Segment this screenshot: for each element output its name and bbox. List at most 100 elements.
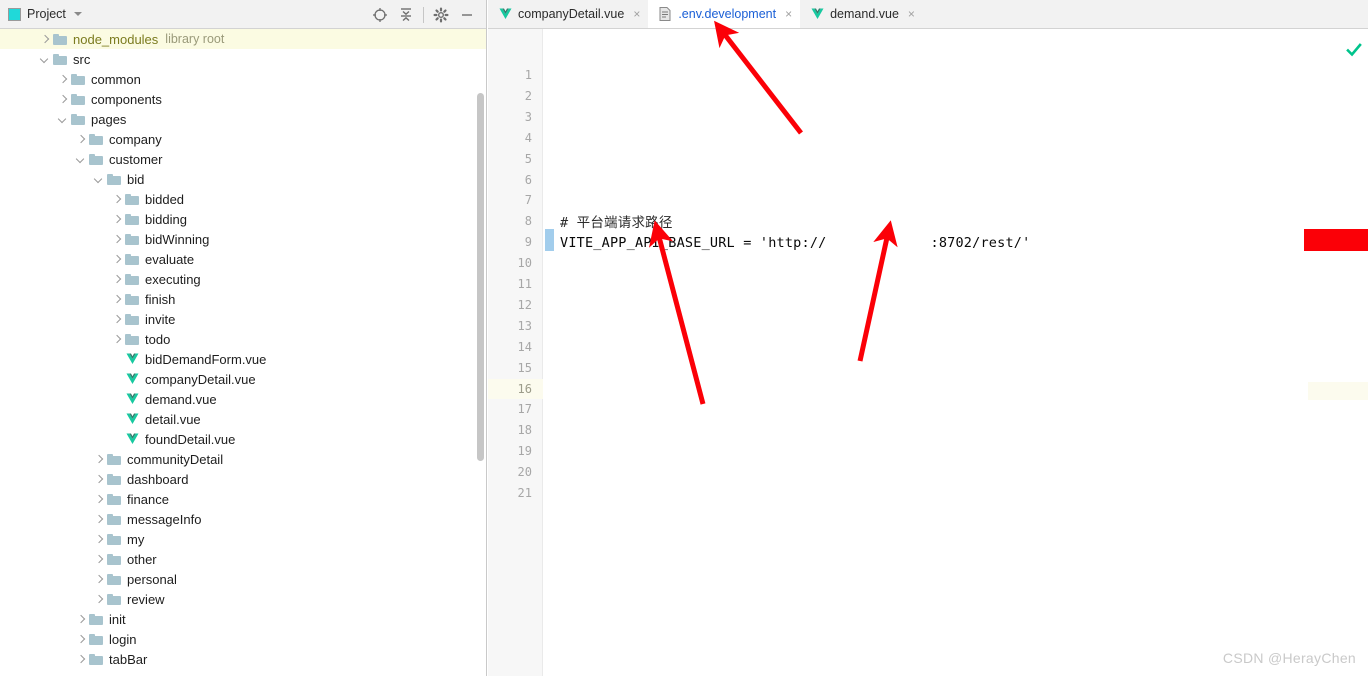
chevron-right-icon[interactable] [110,313,123,326]
folder-icon [107,573,122,586]
folder-icon [107,513,122,526]
project-tree-rows: node_modules library root src common compone… [0,29,486,669]
chevron-right-icon[interactable] [92,473,105,486]
tree-item-review[interactable]: review [0,589,486,609]
properties-file-icon [658,7,672,21]
tree-item-node-modules[interactable]: node_modules library root [0,29,486,49]
select-opened-file-icon[interactable] [367,2,393,28]
editor-body[interactable]: 1 2 3 4 5 6 7 8 9 10 11 12 13 14 15 16 17 18 19 20 21 # 平台端请… [488,29,1368,676]
chevron-right-icon[interactable] [110,273,123,286]
minimize-icon[interactable] [454,2,480,28]
project-title-dropdown[interactable]: Project [0,7,82,21]
tree-item-pages[interactable]: pages [0,109,486,129]
tree-item-demand-vue[interactable]: demand.vue [0,389,486,409]
project-tool-window: Project node_modules library root src co… [0,0,487,676]
tree-item-detail-vue[interactable]: detail.vue [0,409,486,429]
tree-item-label: customer [109,151,163,167]
tree-item-todo[interactable]: todo [0,329,486,349]
folder-icon [53,53,68,66]
tree-item-common[interactable]: common [0,69,486,89]
chevron-down-icon[interactable] [73,12,82,16]
tree-item-customer[interactable]: customer [0,149,486,169]
tree-item-evaluate[interactable]: evaluate [0,249,486,269]
tree-item-finish[interactable]: finish [0,289,486,309]
chevron-down-icon[interactable] [92,173,105,186]
folder-icon [107,453,122,466]
close-icon[interactable]: × [785,7,792,21]
code-line-9-prefix: VITE_APP_API_BASE_URL = 'http:// [560,235,827,251]
tree-item-company[interactable]: company [0,129,486,149]
csdn-watermark: CSDN @HerayChen [1222,650,1356,666]
tree-item-my[interactable]: my [0,529,486,549]
chevron-right-icon[interactable] [92,553,105,566]
tree-item-messageinfo[interactable]: messageInfo [0,509,486,529]
chevron-right-icon[interactable] [74,133,87,146]
chevron-right-icon[interactable] [38,33,51,46]
no-problems-check-icon[interactable] [1346,42,1362,58]
project-tree-scrollbar[interactable] [477,93,484,461]
tree-item-components[interactable]: components [0,89,486,109]
tree-item-label: tabBar [109,651,148,667]
tree-item-bid[interactable]: bid [0,169,486,189]
close-icon[interactable]: × [633,7,640,21]
tree-item-login[interactable]: login [0,629,486,649]
tree-item-personal[interactable]: personal [0,569,486,589]
chevron-right-icon[interactable] [74,633,87,646]
close-icon[interactable]: × [908,7,915,21]
tree-item-bidding[interactable]: bidding [0,209,486,229]
vue-file-icon [125,433,140,446]
code-content[interactable]: # 平台端请求路径 VITE_APP_API_BASE_URL = 'http:… [488,29,1368,676]
tree-item-bidded[interactable]: bidded [0,189,486,209]
tree-item-invite[interactable]: invite [0,309,486,329]
folder-icon [71,93,86,106]
chevron-down-icon[interactable] [74,153,87,166]
chevron-right-icon[interactable] [110,193,123,206]
code-line-9-suffix: :8702/rest/' [930,235,1031,251]
chevron-right-icon[interactable] [56,93,69,106]
tree-item-label: other [127,551,157,567]
chevron-down-icon[interactable] [38,53,51,66]
gear-icon[interactable] [428,2,454,28]
tree-item-tabbar[interactable]: tabBar [0,649,486,669]
project-tree[interactable]: node_modules library root src common compone… [0,29,486,676]
tree-item-bidwinning[interactable]: bidWinning [0,229,486,249]
editor-tab-companydetail-vue[interactable]: companyDetail.vue × [488,0,649,28]
tree-item-founddetail-vue[interactable]: foundDetail.vue [0,429,486,449]
tree-item-src[interactable]: src [0,49,486,69]
tree-item-communitydetail[interactable]: communityDetail [0,449,486,469]
editor-tab--env-development[interactable]: .env.development × [648,0,801,28]
chevron-right-icon[interactable] [110,333,123,346]
chevron-down-icon[interactable] [56,113,69,126]
chevron-right-icon[interactable] [92,573,105,586]
tree-item-biddemandform-vue[interactable]: bidDemandForm.vue [0,349,486,369]
editor-tab-demand-vue[interactable]: demand.vue × [800,0,923,28]
chevron-right-icon[interactable] [110,233,123,246]
tree-item-dashboard[interactable]: dashboard [0,469,486,489]
chevron-right-icon[interactable] [110,213,123,226]
chevron-right-icon[interactable] [110,253,123,266]
collapse-all-icon[interactable] [393,2,419,28]
chevron-right-icon[interactable] [74,613,87,626]
tree-item-finance[interactable]: finance [0,489,486,509]
tree-item-label: company [109,131,162,147]
tree-item-companydetail-vue[interactable]: companyDetail.vue [0,369,486,389]
tree-item-other[interactable]: other [0,549,486,569]
editor-area: companyDetail.vue × .env.development × deman… [488,0,1368,676]
chevron-right-icon[interactable] [92,493,105,506]
tree-item-label: common [91,71,141,87]
editor-tab-label: .env.development [678,7,777,21]
chevron-right-icon[interactable] [74,653,87,666]
chevron-right-icon[interactable] [110,293,123,306]
tree-item-label: bidWinning [145,231,210,247]
chevron-right-icon[interactable] [92,453,105,466]
tree-item-executing[interactable]: executing [0,269,486,289]
chevron-right-icon[interactable] [92,533,105,546]
chevron-right-icon[interactable] [56,73,69,86]
chevron-right-icon[interactable] [92,593,105,606]
vue-file-icon [810,7,824,21]
chevron-right-icon[interactable] [92,513,105,526]
vue-file-icon [498,7,512,21]
tree-item-label: communityDetail [127,451,224,467]
tree-item-init[interactable]: init [0,609,486,629]
